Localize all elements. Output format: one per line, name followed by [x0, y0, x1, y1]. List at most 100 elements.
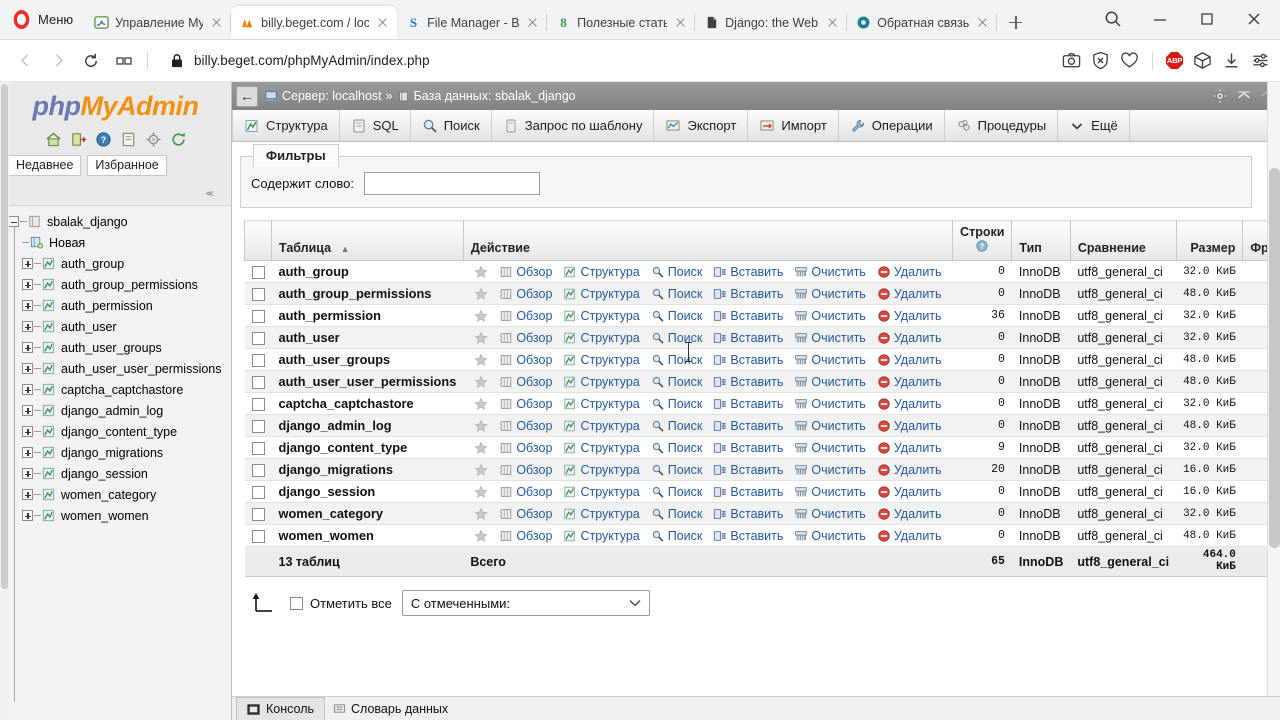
- row-insert-link[interactable]: Вставить: [709, 375, 787, 389]
- url-bar[interactable]: billy.beget.com/phpMyAdmin/index.php: [156, 46, 1051, 76]
- row-browse-link[interactable]: Обзор: [495, 353, 556, 367]
- browser-tab-1[interactable]: Управление MySQL: [85, 6, 232, 39]
- row-drop-link[interactable]: Удалить: [873, 265, 946, 279]
- row-search-link[interactable]: Поиск: [647, 309, 707, 323]
- tree-node-database[interactable]: sbalak_django: [0, 211, 231, 232]
- browser-tab-5[interactable]: Django: the Web fra: [695, 6, 848, 39]
- th-rows[interactable]: Строки ?: [952, 220, 1013, 261]
- documentation-icon[interactable]: [120, 131, 137, 148]
- row-browse-link[interactable]: Обзор: [495, 265, 556, 279]
- close-button[interactable]: [1231, 0, 1276, 39]
- row-checkbox[interactable]: [251, 265, 265, 279]
- phpmyadmin-tab-структура[interactable]: Структура: [232, 110, 340, 141]
- row-table-name-cell[interactable]: django_admin_log: [271, 414, 464, 437]
- row-empty-link[interactable]: Очистить: [790, 375, 869, 389]
- row-structure-link[interactable]: Структура: [559, 419, 643, 433]
- row-structure-link[interactable]: Структура: [559, 375, 643, 389]
- heart-icon[interactable]: [1120, 51, 1139, 70]
- row-table-name-cell[interactable]: auth_user: [271, 326, 464, 349]
- row-browse-link[interactable]: Обзор: [495, 441, 556, 455]
- row-empty-link[interactable]: Очистить: [790, 309, 869, 323]
- tab-close-icon[interactable]: [975, 15, 990, 30]
- phpmyadmin-logo[interactable]: phpMyAdmin: [0, 82, 231, 125]
- tree-node-table[interactable]: captcha_captchastore: [0, 379, 231, 400]
- row-empty-link[interactable]: Очистить: [790, 331, 869, 345]
- row-browse-link[interactable]: Обзор: [495, 463, 556, 477]
- row-checkbox[interactable]: [251, 331, 265, 345]
- download-icon[interactable]: [1222, 51, 1241, 70]
- row-favorite-button[interactable]: [470, 441, 492, 455]
- sidebar-scrollbar[interactable]: [0, 82, 9, 720]
- th-collation[interactable]: Сравнение: [1069, 220, 1177, 261]
- row-empty-link[interactable]: Очистить: [790, 287, 869, 301]
- table-row[interactable]: auth_user_groups Обзор Структура Поиск Встав…: [244, 348, 1280, 371]
- tree-expander-plus-icon[interactable]: [22, 279, 33, 290]
- row-checkbox[interactable]: [251, 441, 265, 455]
- filter-contains-input[interactable]: [363, 172, 540, 195]
- row-insert-link[interactable]: Вставить: [709, 419, 787, 433]
- row-checkbox[interactable]: [251, 485, 265, 499]
- row-drop-link[interactable]: Удалить: [873, 287, 946, 301]
- row-favorite-button[interactable]: [470, 529, 492, 543]
- with-selected-select[interactable]: С отмеченными:: [401, 590, 650, 617]
- collapse-up-icon[interactable]: [1236, 89, 1252, 103]
- help-docs-icon[interactable]: ?: [95, 131, 112, 148]
- minimize-button[interactable]: [1137, 0, 1182, 39]
- help-question-icon[interactable]: ?: [976, 240, 988, 252]
- row-favorite-button[interactable]: [470, 265, 492, 279]
- breadcrumb-database[interactable]: База данных: sbalak_django: [414, 89, 576, 103]
- tree-expander-plus-icon[interactable]: [22, 447, 33, 458]
- row-checkbox[interactable]: [251, 507, 265, 521]
- row-structure-link[interactable]: Структура: [559, 397, 643, 411]
- tree-expander-plus-icon[interactable]: [22, 384, 33, 395]
- table-row[interactable]: auth_user Обзор Структура Поиск Вставить Очис…: [244, 326, 1280, 349]
- row-browse-link[interactable]: Обзор: [495, 309, 556, 323]
- tree-node-table[interactable]: auth_user_user_permissions: [0, 358, 231, 379]
- browser-tab-6[interactable]: Обратная связь: [847, 6, 998, 39]
- adblock-plus-icon[interactable]: ABP: [1166, 52, 1183, 69]
- row-insert-link[interactable]: Вставить: [709, 485, 787, 499]
- breadcrumb-back-button[interactable]: ←: [236, 85, 258, 107]
- row-checkbox[interactable]: [251, 419, 265, 433]
- row-empty-link[interactable]: Очистить: [790, 529, 869, 543]
- browser-tab-4[interactable]: 8 Полезные статьи. Р: [547, 6, 696, 39]
- tree-node-table[interactable]: auth_group: [0, 253, 231, 274]
- reload-refresh-icon[interactable]: [170, 131, 187, 148]
- row-empty-link[interactable]: Очистить: [790, 441, 869, 455]
- browser-tab-2[interactable]: billy.beget.com / loc: [231, 6, 398, 39]
- phpmyadmin-tab-поиск[interactable]: Поиск: [411, 110, 492, 141]
- row-search-link[interactable]: Поиск: [647, 287, 707, 301]
- row-table-name-cell[interactable]: women_category: [271, 502, 464, 525]
- tree-node-table[interactable]: django_admin_log: [0, 400, 231, 421]
- th-size[interactable]: Размер: [1175, 220, 1244, 261]
- row-favorite-button[interactable]: [470, 331, 492, 345]
- select-all-arrow-icon[interactable]: [252, 592, 280, 614]
- row-browse-link[interactable]: Обзор: [495, 485, 556, 499]
- row-checkbox[interactable]: [251, 463, 265, 477]
- row-table-name-cell[interactable]: auth_group: [271, 260, 464, 283]
- tab-close-icon[interactable]: [673, 15, 688, 30]
- table-row[interactable]: auth_group_permissions Обзор Структура Поис…: [244, 282, 1280, 305]
- tree-expander-plus-icon[interactable]: [22, 426, 33, 437]
- row-search-link[interactable]: Поиск: [647, 507, 707, 521]
- tree-node-new[interactable]: Новая: [0, 232, 231, 253]
- row-browse-link[interactable]: Обзор: [495, 375, 556, 389]
- tab-close-icon[interactable]: [825, 15, 840, 30]
- row-structure-link[interactable]: Структура: [559, 287, 643, 301]
- row-checkbox[interactable]: [251, 309, 265, 323]
- row-checkbox[interactable]: [251, 375, 265, 389]
- phpmyadmin-tab-процедуры[interactable]: Процедуры: [945, 110, 1059, 141]
- row-favorite-button[interactable]: [470, 287, 492, 301]
- phpmyadmin-tab-операции[interactable]: Операции: [839, 110, 945, 141]
- new-tab-button[interactable]: [1001, 8, 1029, 36]
- row-checkbox[interactable]: [251, 529, 265, 543]
- main-scrollbar[interactable]: [1267, 82, 1280, 720]
- row-empty-link[interactable]: Очистить: [790, 397, 869, 411]
- table-row[interactable]: django_content_type Обзор Структура Поиск Вс…: [244, 436, 1280, 459]
- snapshot-camera-icon[interactable]: [1062, 51, 1081, 70]
- tree-node-table[interactable]: django_migrations: [0, 442, 231, 463]
- row-search-link[interactable]: Поиск: [647, 419, 707, 433]
- row-search-link[interactable]: Поиск: [647, 331, 707, 345]
- row-structure-link[interactable]: Структура: [559, 463, 643, 477]
- row-drop-link[interactable]: Удалить: [873, 463, 946, 477]
